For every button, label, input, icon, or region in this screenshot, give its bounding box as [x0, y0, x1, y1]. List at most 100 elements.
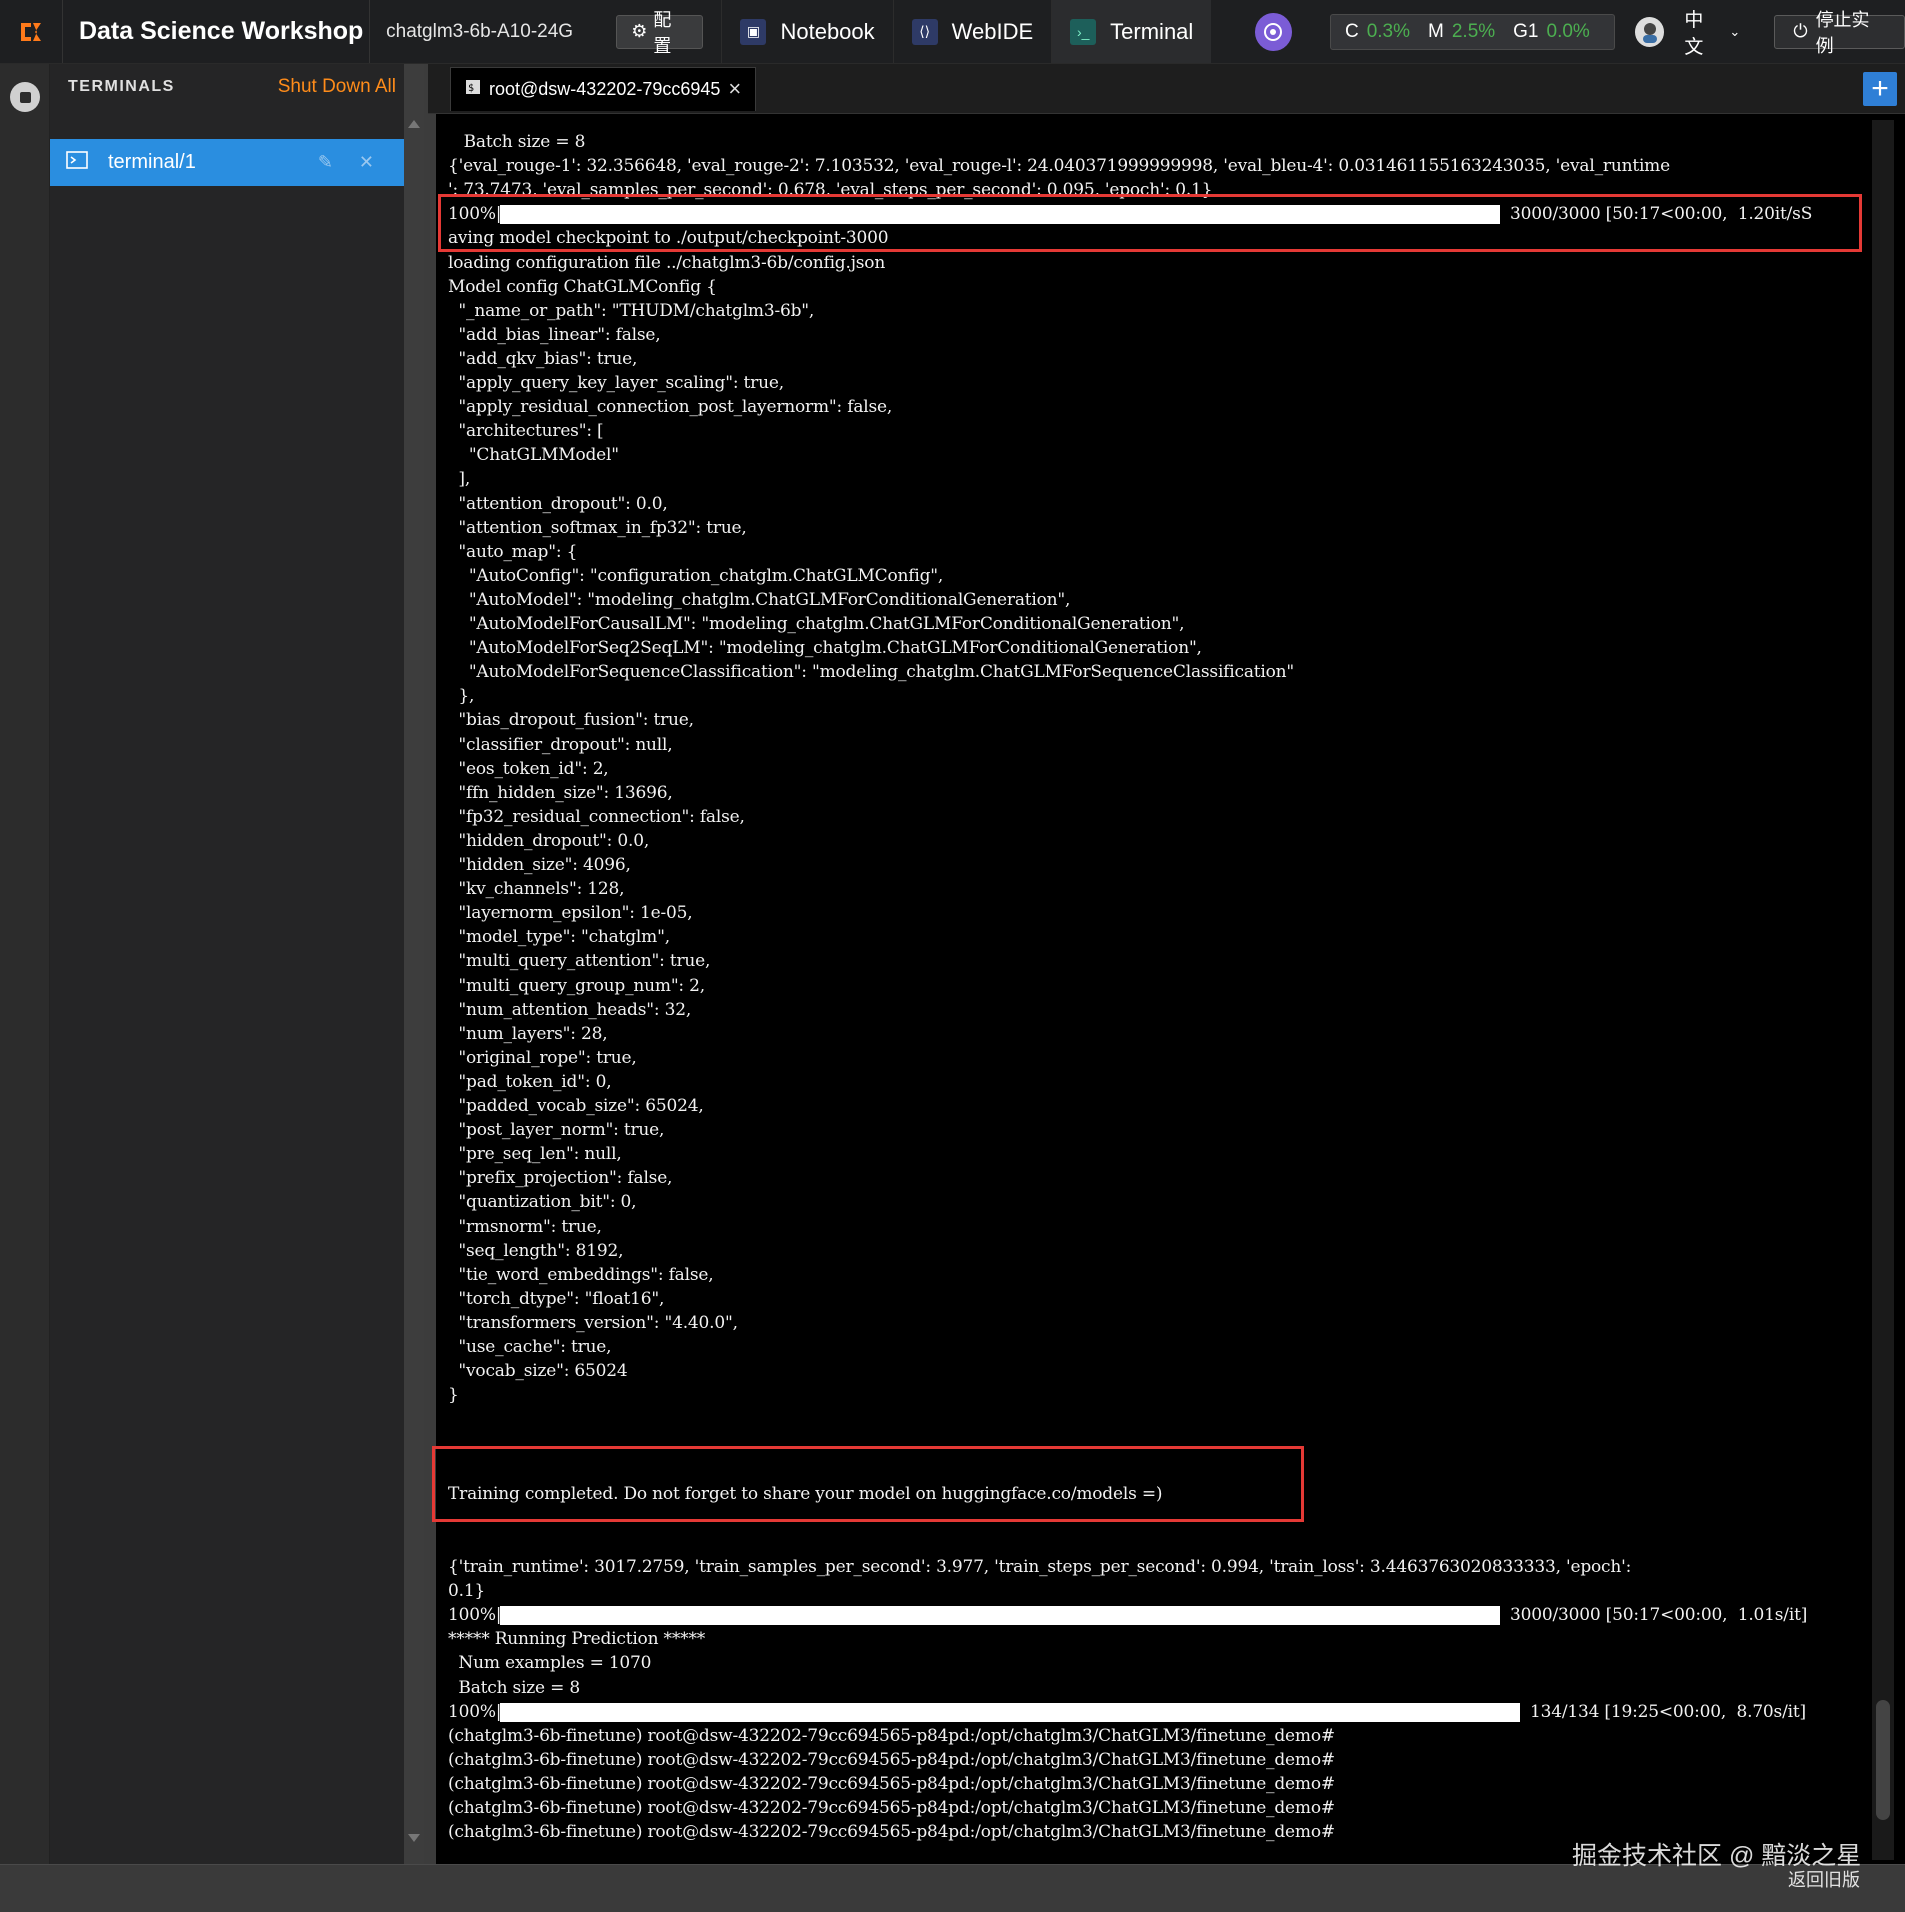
- avatar[interactable]: [1634, 16, 1665, 47]
- terminal-output[interactable]: Batch size = 8 {'eval_rouge-1': 32.356648…: [448, 130, 1868, 1850]
- new-terminal-button[interactable]: +: [1863, 72, 1897, 106]
- scroll-down-icon[interactable]: [408, 1834, 420, 1842]
- progress-text: 3000/3000 [50:17<00:00, 1.01s/it]: [1510, 1605, 1808, 1626]
- instance-name: chatglm3-6b-A10-24G: [386, 20, 574, 42]
- terminal-line: "use_cache": true,: [448, 1337, 612, 1357]
- terminal-line: "quantization_bit": 0,: [448, 1192, 637, 1213]
- terminal-line: "classifier_dropout": null,: [448, 734, 673, 755]
- progress-bar: [500, 1606, 1500, 1626]
- terminal-line: (chatglm3-6b-finetune) root@dsw-432202-7…: [448, 1798, 1335, 1818]
- terminal-line: 100%|: [448, 1605, 502, 1626]
- terminal-line: "add_qkv_bias": true,: [448, 348, 638, 369]
- notebook-icon: ▣: [740, 18, 767, 45]
- terminal-line: "num_layers": 28,: [448, 1023, 608, 1044]
- gpu-value: 0.0%: [1546, 20, 1590, 42]
- terminal-line: "AutoModel": "modeling_chatglm.ChatGLMFo…: [448, 589, 1071, 610]
- panel-title: TERMINALS: [68, 78, 175, 95]
- terminal-line: "num_attention_heads": 32,: [448, 999, 692, 1020]
- sidebar-scrollbar[interactable]: [404, 64, 424, 1864]
- training-completed-message: Training completed. Do not forget to sha…: [448, 1484, 1163, 1504]
- terminal-line: ***** Running Prediction *****: [448, 1629, 706, 1650]
- terminal-line: 100%|: [448, 1701, 502, 1722]
- close-icon[interactable]: ×: [728, 76, 741, 102]
- terminal-line: "ffn_hidden_size": 13696,: [448, 782, 673, 803]
- resource-metrics: C 0.3% M 2.5% G1 0.0%: [1329, 13, 1615, 50]
- app-logo[interactable]: [0, 0, 63, 63]
- back-to-old-version-link[interactable]: 返回旧版: [1788, 1866, 1860, 1892]
- terminal-line: Batch size = 8: [448, 132, 586, 152]
- terminal-line: "padded_vocab_size": 65024,: [448, 1096, 704, 1116]
- terminal-line: "eos_token_id": 2,: [448, 758, 609, 779]
- gear-icon: ⚙: [631, 21, 648, 41]
- running-terminals-icon[interactable]: [10, 82, 40, 112]
- tab-terminal[interactable]: ›_ Terminal: [1051, 0, 1212, 63]
- svg-text:$: $: [468, 83, 474, 94]
- terminal-line: (chatglm3-6b-finetune) root@dsw-432202-7…: [448, 1822, 1335, 1843]
- terminal-line: "prefix_projection": false,: [448, 1168, 673, 1189]
- chevron-down-icon: ⌄: [1729, 23, 1741, 39]
- tab-terminal-label: Terminal: [1110, 18, 1194, 44]
- close-icon[interactable]: ✕: [359, 152, 374, 173]
- assistant-icon[interactable]: [1254, 12, 1292, 51]
- progress-bar: [500, 1702, 1520, 1722]
- terminal-line: "_name_or_path": "THUDM/chatglm3-6b",: [448, 300, 815, 321]
- stop-instance-button[interactable]: ⏻ 停止实例: [1774, 10, 1905, 56]
- tab-notebook-label: Notebook: [780, 18, 875, 44]
- language-selector[interactable]: 中文 ⌄: [1684, 5, 1740, 59]
- terminal-line: "layernorm_epsilon": 1e-05,: [448, 903, 693, 924]
- rename-icon[interactable]: ✎: [318, 152, 333, 173]
- stop-instance-label: 停止实例: [1815, 9, 1870, 56]
- terminal-line: "vocab_size": 65024: [448, 1361, 628, 1382]
- terminal-line: },: [448, 686, 475, 707]
- language-label: 中文: [1684, 9, 1704, 58]
- shut-down-all-button[interactable]: Shut Down All: [278, 76, 396, 98]
- terminal-line: "torch_dtype": "float16",: [448, 1288, 665, 1309]
- terminal-line: "AutoModelForCausalLM": "modeling_chatgl…: [448, 614, 1185, 634]
- terminal-line: "AutoConfig": "configuration_chatglm.Cha…: [448, 565, 944, 586]
- terminal-line: aving model checkpoint to ./output/check…: [448, 228, 889, 249]
- top-bar: Data Science Workshop chatglm3-6b-A10-24…: [0, 0, 1905, 64]
- terminal-line: "bias_dropout_fusion": true,: [448, 710, 694, 731]
- terminal-line: (chatglm3-6b-finetune) root@dsw-432202-7…: [448, 1725, 1335, 1746]
- terminal-line: "pre_seq_len": null,: [448, 1144, 622, 1165]
- terminal-line: "apply_residual_connection_post_layernor…: [448, 397, 893, 418]
- terminal-line: "attention_dropout": 0.0,: [448, 493, 668, 514]
- scrollbar-thumb[interactable]: [1876, 1700, 1890, 1820]
- memory-value: 2.5%: [1451, 20, 1496, 42]
- terminal-line: "multi_query_group_num": 2,: [448, 975, 705, 996]
- config-button[interactable]: ⚙ 配置: [616, 10, 704, 56]
- terminal-line: }: [448, 1385, 459, 1406]
- tab-webide[interactable]: ⟨⟩ WebIDE: [892, 0, 1052, 63]
- gpu-label: G1: [1513, 20, 1539, 42]
- progress-text: 3000/3000 [50:17<00:00, 1.20it/sS: [1510, 204, 1813, 225]
- terminal-scrollbar[interactable]: [1872, 120, 1894, 1860]
- terminal-line: Model config ChatGLMConfig {: [448, 276, 717, 297]
- terminal-line: "ChatGLMModel": [448, 445, 619, 466]
- webide-icon: ⟨⟩: [911, 18, 938, 45]
- terminal-line: "fp32_residual_connection": false,: [448, 806, 745, 827]
- tab-terminal-session[interactable]: $ root@dsw-432202-79cc6945 ×: [450, 66, 757, 111]
- terminal-line: "model_type": "chatglm",: [448, 927, 670, 948]
- terminal-line: Batch size = 8: [448, 1677, 580, 1698]
- terminal-line: "multi_query_attention": true,: [448, 951, 711, 972]
- terminal-line: "seq_length": 8192,: [448, 1240, 624, 1261]
- terminal-line: 100%|: [448, 204, 502, 225]
- terminal-line: ],: [448, 469, 471, 490]
- app-title: Data Science Workshop: [63, 0, 371, 63]
- terminal-icon: ›_: [1070, 18, 1097, 45]
- sidebar-item-terminal-1[interactable]: terminal/1 ✎ ✕: [50, 139, 404, 186]
- terminal-line: Num examples = 1070: [448, 1653, 652, 1674]
- terminal-line: "AutoModelForSequenceClassification": "m…: [448, 662, 1295, 683]
- terminal-line: "kv_channels": 128,: [448, 879, 625, 900]
- terminal-line: "post_layer_norm": true,: [448, 1120, 665, 1141]
- tab-notebook[interactable]: ▣ Notebook: [721, 0, 892, 63]
- terminal-icon: [66, 151, 88, 174]
- terminal-line: "hidden_dropout": 0.0,: [448, 830, 650, 851]
- scroll-up-icon[interactable]: [408, 120, 420, 128]
- cpu-value: 0.3%: [1366, 20, 1411, 42]
- terminal-line: 0.1}: [448, 1581, 486, 1602]
- terminal-tab-label: root@dsw-432202-79cc6945: [489, 78, 721, 99]
- terminal-line: ': 73.7473, 'eval_samples_per_second': 0…: [448, 180, 1213, 201]
- sidebar-item-label: terminal/1: [108, 151, 196, 173]
- user-avatar-icon: [1642, 22, 1657, 43]
